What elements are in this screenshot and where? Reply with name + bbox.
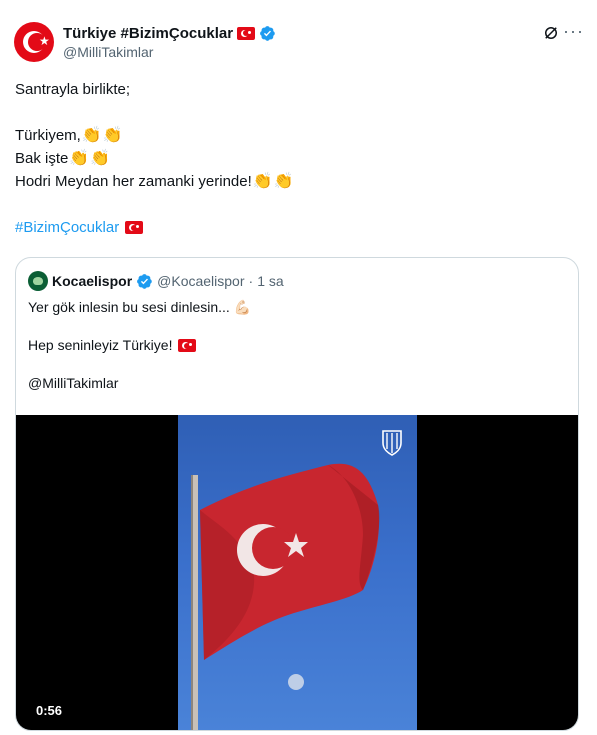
clap-emoji: 👏 — [252, 173, 273, 190]
verified-badge-icon — [137, 273, 152, 289]
clap-emoji: 👏 — [69, 150, 90, 167]
grok-icon[interactable] — [542, 24, 560, 42]
tweet-line: Santrayla birlikte; — [15, 81, 131, 98]
hashtag-line: #BizimÇocuklar — [15, 216, 575, 239]
quoted-author-handle[interactable]: @Kocaelispor — [157, 273, 244, 289]
turkey-flag-icon — [237, 26, 256, 40]
tweet-line: Bak işte 👏 👏 — [15, 147, 575, 170]
clap-emoji: 👏 — [90, 150, 111, 167]
author-name-line[interactable]: Türkiye #BizimÇocuklar — [63, 23, 276, 43]
tweet-header: ★ Türkiye #BizimÇocuklar @MilliTakimlar … — [14, 14, 586, 64]
tweet-text: Santrayla birlikte; Türkiyem, 👏 👏 Bak işte… — [15, 78, 575, 239]
video-frame[interactable] — [178, 415, 417, 730]
quoted-line: @MilliTakimlar — [28, 374, 568, 393]
clap-emoji: 👏 — [273, 173, 294, 190]
kocaelispor-crest-icon[interactable] — [28, 271, 48, 291]
video-still-image — [191, 430, 402, 730]
clap-emoji: 👏 — [102, 127, 123, 144]
kocaelispor-crest-icon — [382, 430, 402, 456]
turkey-flag-icon — [125, 221, 144, 234]
author-display-name[interactable]: Türkiye #BizimÇocuklar — [63, 25, 233, 42]
quoted-timestamp[interactable]: 1 sa — [257, 273, 283, 289]
more-options-icon[interactable]: ··· — [563, 22, 584, 40]
muscle-emoji: 💪🏻 — [233, 299, 252, 315]
quoted-tweet-text: Yer gök inlesin bu sesi dinlesin... 💪🏻 He… — [28, 298, 568, 393]
author-handle[interactable]: @MilliTakimlar — [63, 44, 153, 60]
quoted-tweet-card[interactable]: Kocaelispor @Kocaelispor · 1 sa Yer gök … — [15, 257, 579, 731]
avatar[interactable]: ★ — [14, 22, 54, 62]
tweet-line: Türkiyem, 👏 👏 — [15, 124, 575, 147]
quoted-line: Yer gök inlesin bu sesi dinlesin... 💪🏻 — [28, 299, 252, 315]
video-player[interactable]: 0:56 — [16, 415, 578, 730]
turkey-flag-icon — [178, 339, 197, 352]
mention-link[interactable]: @MilliTakimlar — [28, 374, 118, 393]
hashtag-link[interactable]: #BizimÇocuklar — [15, 216, 119, 239]
tweet-line: Hodri Meydan her zamanki yerinde! 👏 👏 — [15, 170, 575, 193]
clap-emoji: 👏 — [81, 127, 102, 144]
quoted-author-name[interactable]: Kocaelispor — [52, 273, 132, 289]
verified-badge-icon — [260, 25, 275, 41]
quoted-line: Hep seninleyiz Türkiye! — [28, 336, 568, 355]
separator-dot: · — [248, 273, 254, 289]
video-duration: 0:56 — [36, 703, 63, 718]
quoted-tweet-header: Kocaelispor @Kocaelispor · 1 sa — [28, 271, 284, 291]
